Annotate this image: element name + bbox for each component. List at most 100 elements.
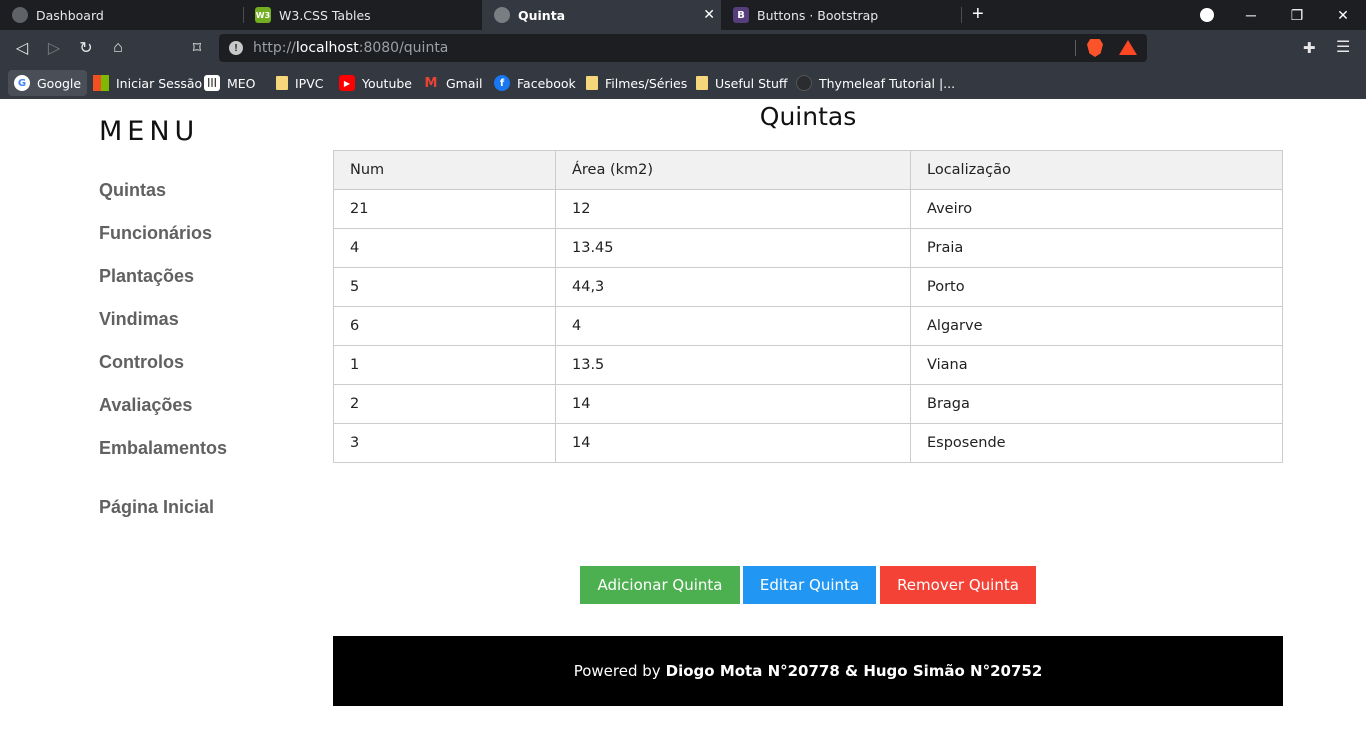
bookmark-label: Iniciar Sessão [116, 75, 203, 91]
quintas-table: Num Área (km2) Localização 21 12 Aveiro … [333, 150, 1283, 463]
thymeleaf-icon [796, 75, 812, 91]
remove-quinta-button[interactable]: Remover Quinta [880, 566, 1036, 604]
brave-shield-icon[interactable] [1087, 39, 1103, 57]
cell-num: 3 [333, 423, 556, 463]
column-header-num: Num [333, 150, 556, 190]
table-row[interactable]: 2 14 Braga [333, 384, 1283, 424]
edit-quinta-button[interactable]: Editar Quinta [743, 566, 876, 604]
minimize-icon[interactable]: ─ [1228, 0, 1274, 30]
cell-area: 44,3 [555, 267, 911, 307]
bookmark-meo[interactable]: ||| MEO [198, 70, 262, 96]
meo-icon: ||| [204, 75, 220, 91]
footer: Powered by Diogo Mota N°20778 & Hugo Sim… [333, 636, 1283, 706]
reload-icon[interactable]: ↻ [76, 38, 96, 58]
cell-localizacao: Praia [910, 228, 1283, 268]
tab-search-icon[interactable] [1184, 0, 1230, 30]
sidebar-item-pagina-inicial[interactable]: Página Inicial [99, 497, 214, 518]
menu-icon[interactable]: ☰ [1336, 37, 1350, 57]
table-row[interactable]: 5 44,3 Porto [333, 267, 1283, 307]
tab-title: W3.CSS Tables [279, 7, 371, 23]
table-row[interactable]: 6 4 Algarve [333, 306, 1283, 346]
cell-area: 13.5 [555, 345, 911, 385]
cell-area: 13.45 [555, 228, 911, 268]
bookmark-label: Facebook [517, 75, 576, 91]
sidebar-item-funcionarios[interactable]: Funcionários [99, 223, 212, 244]
tab-w3css[interactable]: W3 W3.CSS Tables [243, 0, 482, 30]
sidebar-title: MENU [99, 116, 200, 147]
bookmark-ipvc[interactable]: IPVC [270, 70, 330, 96]
maximize-icon[interactable]: ❐ [1274, 0, 1320, 30]
home-icon[interactable]: ⌂ [108, 38, 128, 58]
bookmark-label: IPVC [295, 75, 324, 91]
footer-prefix: Powered by [573, 662, 661, 680]
address-bar[interactable]: ! http://localhost:8080/quinta [219, 34, 1147, 62]
tab-quinta[interactable]: Quinta ✕ [482, 0, 721, 30]
cell-num: 4 [333, 228, 556, 268]
table-row[interactable]: 3 14 Esposende [333, 423, 1283, 463]
globe-icon [494, 7, 510, 23]
column-header-area: Área (km2) [555, 150, 911, 190]
sidebar-item-plantacoes[interactable]: Plantações [99, 266, 194, 287]
w3-icon: W3 [255, 7, 271, 23]
bookmarks-bar: G Google Iniciar Sessão ||| MEO IPVC ▶ Y… [0, 66, 1366, 99]
cell-area: 14 [555, 384, 911, 424]
new-tab-button[interactable]: + [972, 4, 984, 24]
cell-localizacao: Braga [910, 384, 1283, 424]
cell-num: 21 [333, 189, 556, 229]
bookmark-label: Thymeleaf Tutorial |... [819, 75, 956, 91]
page-content: MENU Quintas Funcionários Plantações Vin… [0, 99, 1366, 738]
tab-dashboard[interactable]: Dashboard [0, 0, 243, 30]
sidebar-item-vindimas[interactable]: Vindimas [99, 309, 179, 330]
bookmark-gmail[interactable]: M Gmail [417, 70, 488, 96]
cell-area: 14 [555, 423, 911, 463]
sidebar-item-quintas[interactable]: Quintas [99, 180, 166, 201]
gmail-icon: M [424, 75, 438, 91]
bookmark-useful-stuff[interactable]: Useful Stuff [690, 70, 794, 96]
cell-localizacao: Esposende [910, 423, 1283, 463]
sidebar-item-controlos[interactable]: Controlos [99, 352, 184, 373]
sidebar-item-embalamentos[interactable]: Embalamentos [99, 438, 227, 459]
footer-authors: Diogo Mota N°20778 & Hugo Simão N°20752 [665, 662, 1043, 680]
add-quinta-button[interactable]: Adicionar Quinta [580, 566, 740, 604]
bookmark-iniciar-sessao[interactable]: Iniciar Sessão [87, 70, 208, 96]
bootstrap-icon: B [733, 7, 749, 23]
folder-icon [276, 76, 288, 90]
back-icon[interactable]: ◁ [12, 38, 32, 58]
close-window-icon[interactable]: ✕ [1320, 0, 1366, 30]
bookmark-label: Gmail [446, 75, 483, 91]
info-icon[interactable]: ! [229, 41, 243, 55]
column-header-localizacao: Localização [910, 150, 1283, 190]
cell-num: 1 [333, 345, 556, 385]
bookmark-label: Useful Stuff [715, 75, 788, 91]
table-row[interactable]: 21 12 Aveiro [333, 189, 1283, 229]
google-icon: G [14, 75, 30, 91]
bookmark-icon[interactable]: ⌑ [187, 38, 207, 58]
browser-toolbar: ◁ ▷ ↻ ⌂ ⌑ ! http://localhost:8080/quinta… [0, 30, 1366, 66]
sidebar-item-avaliacoes[interactable]: Avaliações [99, 395, 192, 416]
cell-localizacao: Aveiro [910, 189, 1283, 229]
bookmark-youtube[interactable]: ▶ Youtube [333, 70, 418, 96]
tab-title: Dashboard [36, 7, 104, 23]
cell-area: 4 [555, 306, 911, 346]
url-divider [1075, 40, 1076, 56]
cell-localizacao: Algarve [910, 306, 1283, 346]
bookmark-label: Youtube [362, 75, 412, 91]
url-text[interactable]: http://localhost:8080/quinta [253, 40, 448, 56]
table-row[interactable]: 1 13.5 Viana [333, 345, 1283, 385]
tab-title: Quinta [518, 7, 566, 23]
bookmark-google[interactable]: G Google [8, 70, 88, 96]
forward-icon[interactable]: ▷ [44, 38, 64, 58]
extensions-icon[interactable]: ✚ [1303, 39, 1316, 57]
folder-icon [586, 76, 598, 90]
bookmark-thymeleaf[interactable]: Thymeleaf Tutorial |... [790, 70, 961, 96]
facebook-icon: f [494, 75, 510, 91]
bookmark-filmes-series[interactable]: Filmes/Séries [580, 70, 693, 96]
tab-divider [961, 7, 962, 23]
table-row[interactable]: 4 13.45 Praia [333, 228, 1283, 268]
bookmark-label: Filmes/Séries [605, 75, 688, 91]
close-icon[interactable]: ✕ [703, 7, 715, 23]
tab-bootstrap[interactable]: B Buttons · Bootstrap [721, 0, 961, 30]
bookmark-facebook[interactable]: f Facebook [488, 70, 582, 96]
folder-icon [696, 76, 708, 90]
brave-rewards-icon[interactable] [1119, 40, 1137, 55]
